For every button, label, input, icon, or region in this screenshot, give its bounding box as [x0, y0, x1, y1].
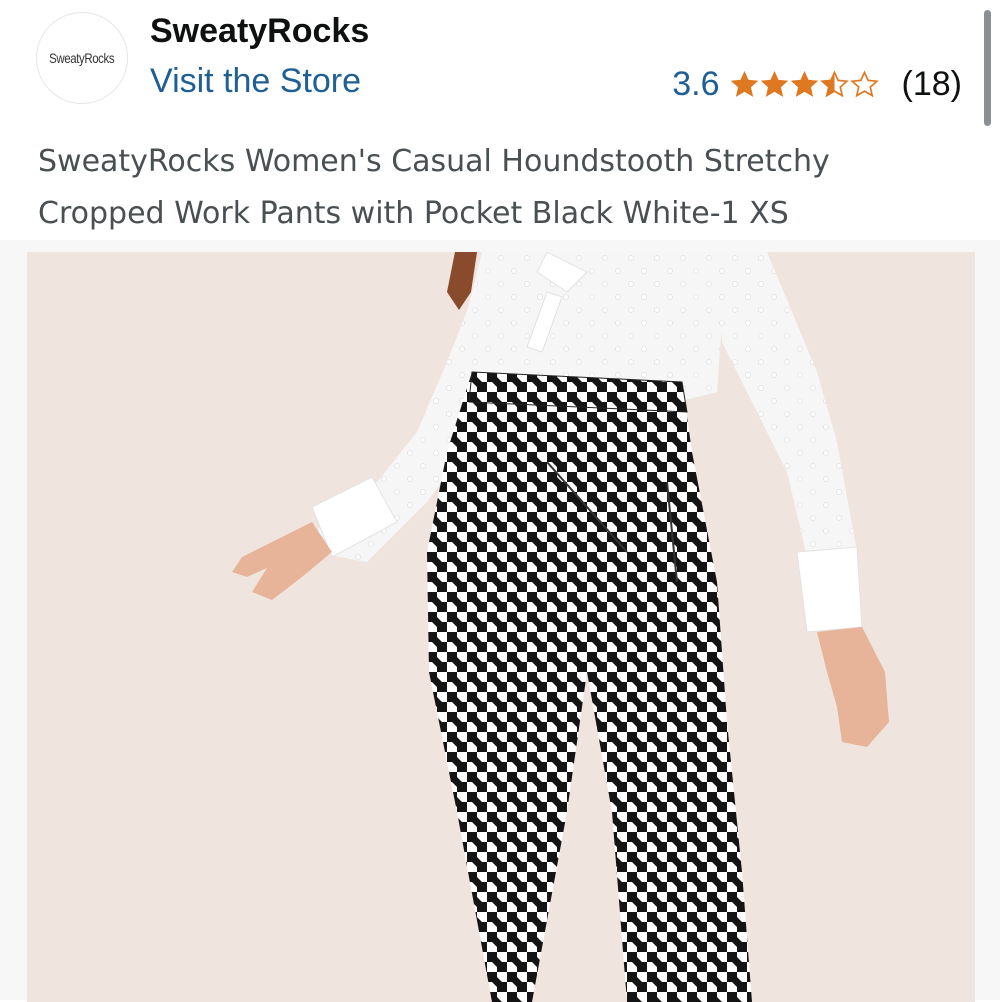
star-full-icon: [790, 70, 818, 97]
star-full-icon: [730, 70, 758, 97]
product-photo-illustration: [232, 252, 889, 1002]
star-rating: [730, 69, 880, 99]
rating-summary[interactable]: 3.6 (18): [672, 62, 962, 106]
rating-value: 3.6: [672, 64, 720, 103]
product-header: SweatyRocks SweatyRocks Visit the Store …: [0, 0, 1000, 240]
star-full-icon: [760, 70, 788, 97]
review-count: (18): [901, 64, 962, 103]
scrollbar[interactable]: [984, 10, 991, 126]
star-empty-icon: [849, 69, 879, 97]
product-image[interactable]: [27, 252, 975, 1002]
product-image-gallery[interactable]: [0, 240, 1000, 1002]
product-title: SweatyRocks Women's Casual Houndstooth S…: [38, 136, 938, 240]
visit-store-link[interactable]: Visit the Store: [150, 62, 361, 101]
store-logo[interactable]: SweatyRocks: [36, 12, 128, 104]
star-half-icon: [819, 69, 849, 97]
product-title-line-2: Cropped Work Pants with Pocket Black Whi…: [38, 196, 789, 231]
store-logo-text: SweatyRocks: [49, 50, 115, 66]
product-title-line-1: SweatyRocks Women's Casual Houndstooth S…: [38, 144, 830, 179]
brand-name[interactable]: SweatyRocks: [150, 12, 369, 51]
